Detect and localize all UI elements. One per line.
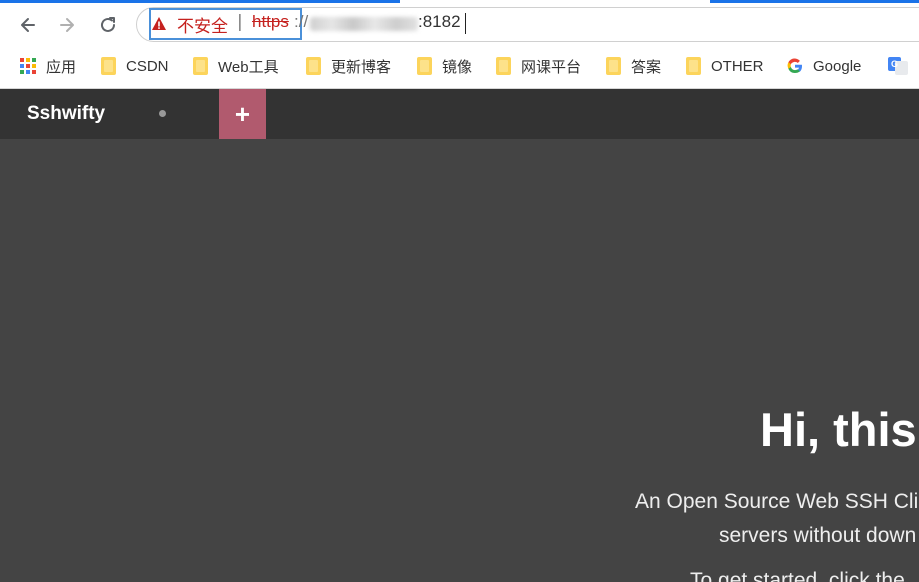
bookmark-google[interactable]: Google (787, 50, 861, 82)
bookmark-label: OTHER (711, 57, 764, 75)
bookmark-answers[interactable]: 答案 (606, 50, 661, 82)
bookmark-label: 网课平台 (521, 58, 582, 76)
reload-button[interactable] (94, 11, 122, 39)
bookmark-online-courses[interactable]: 网课平台 (496, 50, 581, 82)
folder-icon (417, 57, 432, 75)
bookmark-web-tools[interactable]: Web工具 (193, 50, 279, 82)
bookmark-label: 镜像 (442, 58, 473, 76)
security-separator: | (237, 12, 243, 32)
bookmark-label: 应用 (46, 58, 77, 76)
bookmark-other[interactable]: OTHER (686, 50, 764, 82)
folder-icon (306, 57, 321, 75)
folder-icon (496, 57, 511, 75)
welcome-instruction: To get started, click the (690, 569, 905, 582)
welcome-description-line1: An Open Source Web SSH Clie (635, 490, 919, 513)
arrow-right-icon (60, 18, 74, 32)
back-button[interactable] (14, 11, 42, 39)
folder-icon (686, 57, 701, 75)
folder-icon (193, 57, 208, 75)
insecure-label: 不安全 (177, 17, 228, 37)
plus-icon: + (234, 99, 251, 129)
bookmark-label: Web工具 (218, 58, 279, 76)
welcome-title: Hi, this (760, 403, 917, 456)
url-scheme: https (252, 12, 289, 31)
bookmarks-bar: 应用 CSDN Web工具 更新博客 镜像 网课平台 答案 OTHER Goog… (0, 50, 919, 82)
bookmark-apps[interactable]: 应用 (20, 50, 76, 82)
folder-icon (101, 57, 116, 75)
url-host-redacted (310, 17, 418, 31)
url-scheme-separator: :// (294, 12, 309, 31)
warning-icon (152, 17, 166, 30)
app-header: Sshwifty + (0, 89, 919, 139)
app-brand[interactable]: Sshwifty (27, 103, 105, 125)
bookmark-label: CSDN (126, 57, 169, 75)
folder-icon (606, 57, 621, 75)
bookmark-label: Google (813, 57, 862, 75)
bookmark-mirrors[interactable]: 镜像 (417, 50, 472, 82)
new-connection-button[interactable]: + (219, 89, 266, 139)
connection-status-dot[interactable] (159, 110, 166, 117)
bookmark-blog-updates[interactable]: 更新博客 (306, 50, 391, 82)
svg-text:G: G (891, 59, 898, 69)
welcome-description-line2: servers without down (719, 524, 917, 547)
bookmark-label: 更新博客 (331, 58, 392, 76)
bookmark-csdn[interactable]: CSDN (101, 50, 169, 82)
translate-icon: G (888, 57, 908, 75)
reload-icon (101, 17, 115, 32)
bookmark-label: 答案 (631, 58, 662, 76)
text-caret (465, 13, 466, 34)
arrow-left-icon (21, 18, 35, 32)
browser-chrome: 不安全 | https :// :8182 应用 CSDN Web工具 更新博客 (0, 0, 919, 89)
url-port: :8182 (418, 12, 461, 31)
google-icon (787, 58, 802, 74)
bookmark-translate[interactable]: G (888, 50, 908, 82)
welcome-screen: Hi, this An Open Source Web SSH Clie ser… (0, 139, 919, 582)
apps-grid-icon (20, 58, 36, 74)
forward-button[interactable] (53, 11, 81, 39)
tab-strip-edge (0, 0, 919, 3)
